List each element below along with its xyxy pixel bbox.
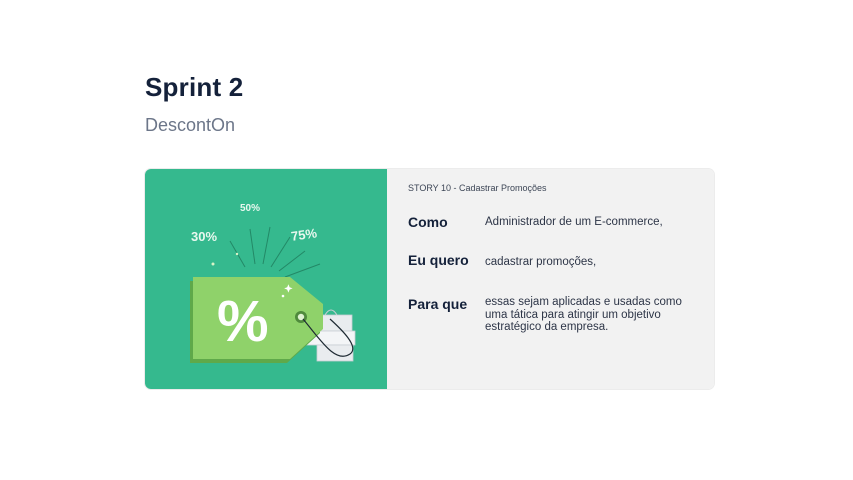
page-title: Sprint 2 [145,72,244,102]
badge-30: 30% [191,229,217,244]
badge-50: 50% [240,203,260,214]
page-subtitle: DescontOn [145,115,236,135]
story-purpose-value: essas sejam aplicadas e usadas como uma … [485,296,682,333]
story-purpose-key: Para que [408,296,468,312]
story-details: STORY 10 - Cadastrar Promoções Como Admi… [387,169,714,389]
discount-illustration-graphic: 30% 50% 75% % [190,203,356,363]
story-want-key: Eu quero [408,252,469,268]
story-card: 30% 50% 75% % STORY 10 - Cadastrar Promo… [145,169,714,389]
badge-75: 75% [290,225,318,244]
story-want-value: cadastrar promoções, [485,256,597,268]
slide: Sprint 2 DescontOn 30% 50% 75% % STORY 1… [0,0,853,480]
story-role-key: Como [408,214,448,230]
percent-symbol: % [217,289,269,354]
discount-tag-illustration: 30% 50% 75% % [145,169,387,389]
story-role-value: Administrador de um E-commerce, [485,216,663,228]
story-label: STORY 10 - Cadastrar Promoções [408,183,547,193]
